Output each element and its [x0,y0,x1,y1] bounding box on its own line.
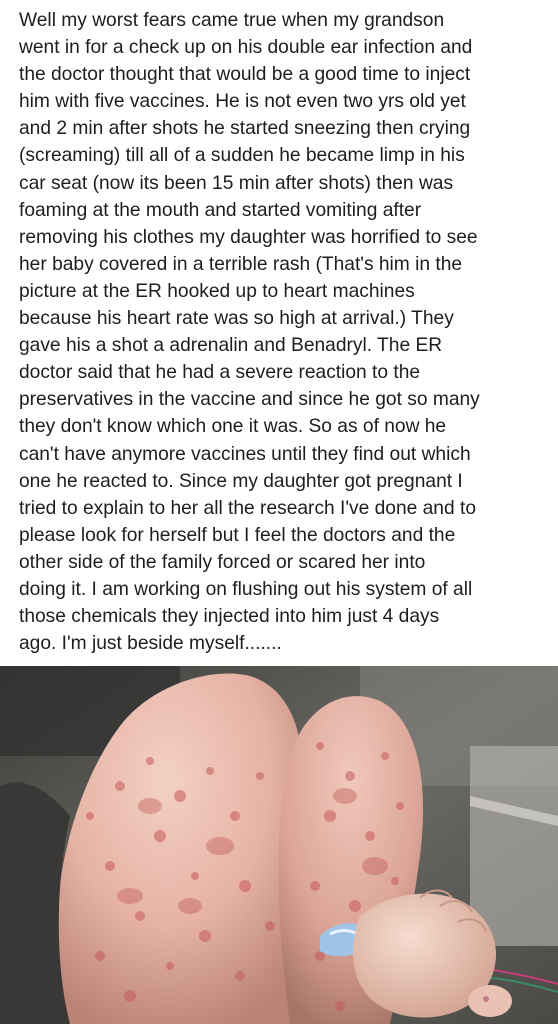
post-photo[interactable] [0,666,558,1024]
rash-photo-illustration [0,666,558,1024]
post-text: Well my worst fears came true when my gr… [19,10,480,655]
post-card: Well my worst fears came true when my gr… [0,0,558,1024]
